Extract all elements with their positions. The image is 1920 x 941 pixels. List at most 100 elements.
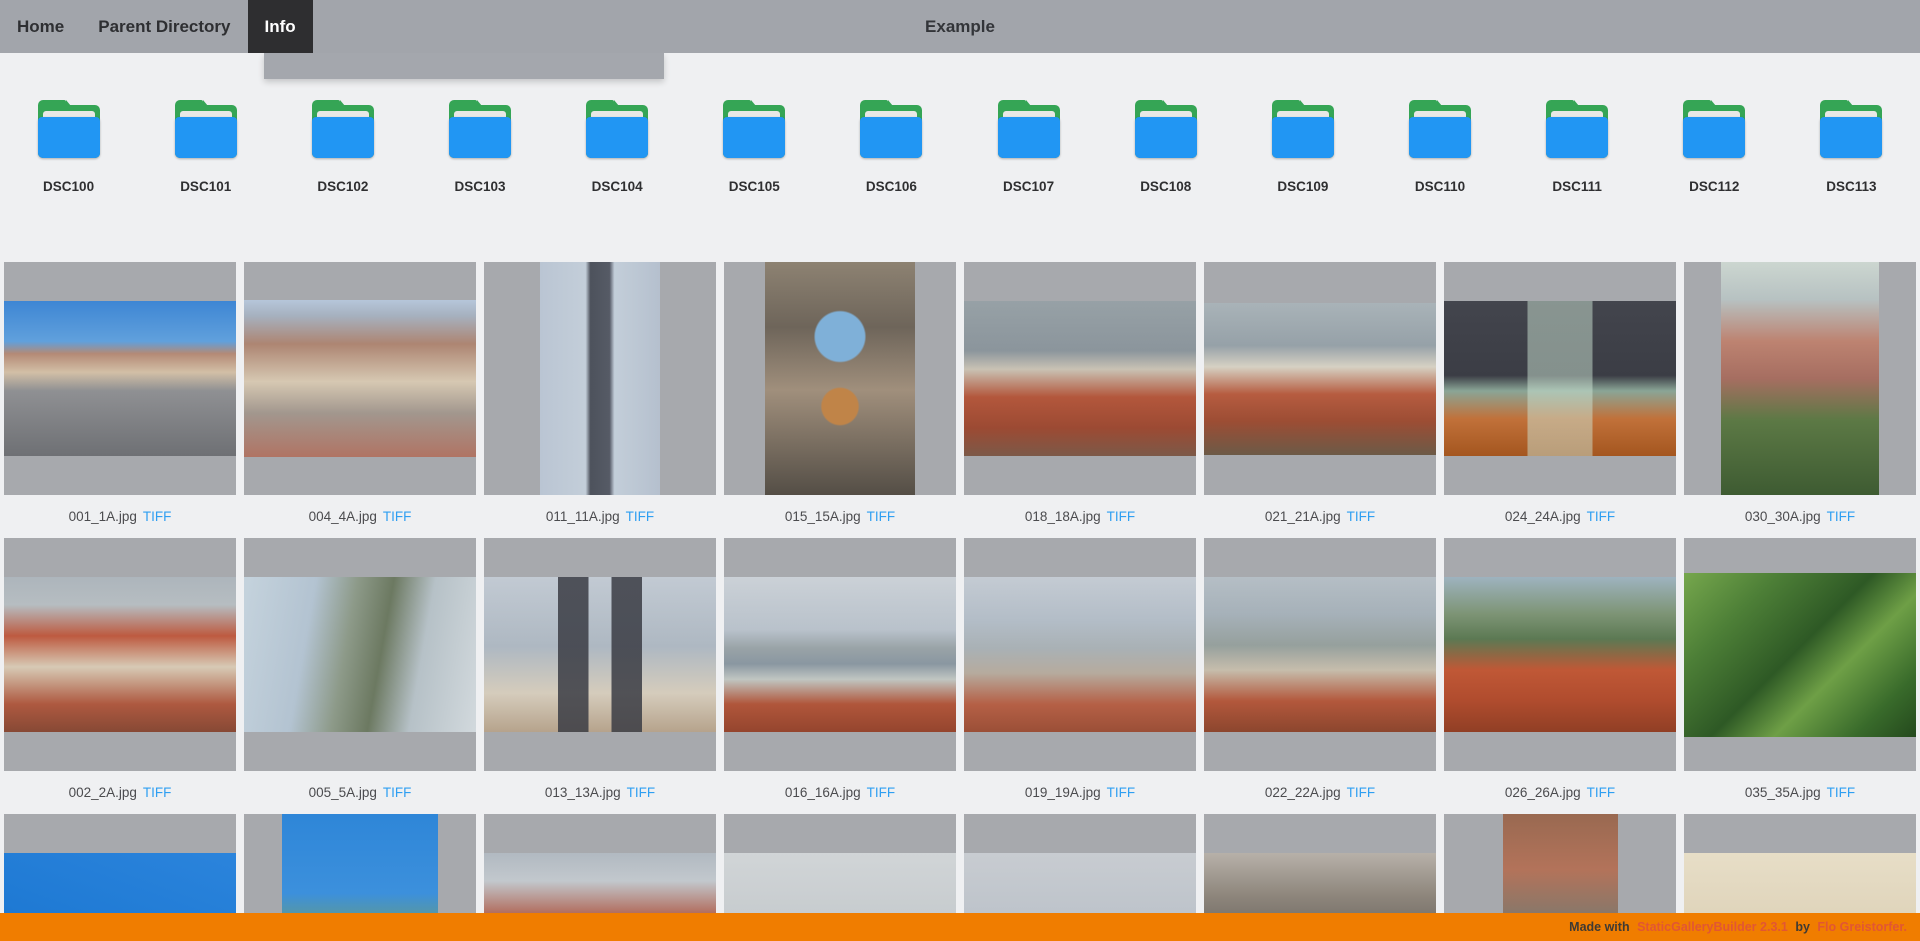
photo-gallery: 001_1A.jpgTIFF 004_4A.jpgTIFF 011_11A.jp… [0,262,1920,941]
folder-item[interactable]: DSC111 [1509,100,1646,262]
folder-label: DSC108 [1140,179,1191,194]
photo-caption: 004_4A.jpg TIFF [244,495,476,538]
folder-label: DSC112 [1689,179,1739,194]
tiff-link[interactable]: TIFF [1587,785,1616,800]
photo-filename: 024_24A.jpg [1505,509,1581,524]
tiff-link[interactable]: TIFF [1347,509,1376,524]
tiff-link[interactable]: TIFF [1107,785,1136,800]
photo-caption: 022_22A.jpg TIFF [1204,771,1436,814]
folder-item[interactable]: DSC110 [1371,100,1508,262]
folder-item[interactable]: DSC102 [274,100,411,262]
folder-label: DSC101 [180,179,231,194]
photo-thumbnail[interactable] [1444,538,1676,771]
folder-item[interactable]: DSC104 [549,100,686,262]
photo-thumbnail[interactable] [4,262,236,495]
photo-caption: 030_30A.jpg TIFF [1684,495,1916,538]
photo-thumbnail[interactable] [4,538,236,771]
folder-label: DSC102 [317,179,368,194]
nav-item-label: Home [17,17,64,36]
tiff-link[interactable]: TIFF [1347,785,1376,800]
folder-item[interactable]: DSC113 [1783,100,1920,262]
folder-label: DSC103 [454,179,505,194]
photo-cell: 026_26A.jpg TIFF [1444,538,1676,814]
builder-link[interactable]: StaticGalleryBuilder 2.3.1 [1637,920,1788,934]
folder-icon [175,100,237,158]
photo-image [1444,577,1676,732]
folder-item[interactable]: DSC107 [960,100,1097,262]
folder-item[interactable]: DSC109 [1234,100,1371,262]
info-dropdown-panel [264,53,664,79]
folder-icon [1272,100,1334,158]
photo-thumbnail[interactable] [1204,262,1436,495]
tiff-link[interactable]: TIFF [1587,509,1616,524]
folder-label: DSC109 [1277,179,1328,194]
tiff-link[interactable]: TIFF [626,509,655,524]
folder-label: DSC110 [1415,179,1465,194]
photo-thumbnail[interactable] [1684,262,1916,495]
photo-cell: 021_21A.jpg TIFF [1204,262,1436,538]
photo-thumbnail[interactable] [1204,538,1436,771]
photo-image [4,577,236,732]
photo-cell: 011_11A.jpgTIFF [484,262,716,538]
folder-icon [1546,100,1608,158]
photo-filename: 030_30A.jpg [1745,509,1821,524]
folder-item[interactable]: DSC108 [1097,100,1234,262]
folder-item[interactable]: DSC105 [686,100,823,262]
photo-filename: 022_22A.jpg [1265,785,1341,800]
photo-image [1204,303,1436,455]
photo-caption: 026_26A.jpg TIFF [1444,771,1676,814]
tiff-link[interactable]: TIFF [627,785,656,800]
photo-image [1444,301,1676,456]
photo-filename: 019_19A.jpg [1025,785,1101,800]
photo-thumbnail[interactable] [724,538,956,771]
photo-caption: 035_35A.jpgTIFF [1684,771,1916,814]
photo-caption: 002_2A.jpgTIFF [4,771,236,814]
photo-filename: 004_4A.jpg [309,509,377,524]
photo-cell: 035_35A.jpgTIFF [1684,538,1916,814]
photo-filename: 026_26A.jpg [1505,785,1581,800]
tiff-link[interactable]: TIFF [143,785,172,800]
photo-filename: 005_5A.jpg [309,785,377,800]
nav-items: Home Parent Directory Info [0,0,313,53]
nav-item[interactable]: Home [0,0,81,53]
tiff-link[interactable]: TIFF [867,509,896,524]
nav-item[interactable]: Parent Directory [81,0,247,53]
photo-cell: 022_22A.jpg TIFF [1204,538,1436,814]
photo-filename: 013_13A.jpg [545,785,621,800]
nav-item[interactable]: Info [248,0,313,53]
author-link[interactable]: Flo Greistorfer. [1817,920,1907,934]
photo-thumbnail[interactable] [484,538,716,771]
folder-item[interactable]: DSC103 [411,100,548,262]
tiff-link[interactable]: TIFF [1827,509,1856,524]
tiff-link[interactable]: TIFF [1107,509,1136,524]
folder-label: DSC100 [43,179,94,194]
folder-icon [1683,100,1745,158]
photo-cell: 004_4A.jpg TIFF [244,262,476,538]
photo-thumbnail[interactable] [1684,538,1916,771]
photo-image [1684,573,1916,737]
tiff-link[interactable]: TIFF [1827,785,1856,800]
tiff-link[interactable]: TIFF [143,509,172,524]
photo-thumbnail[interactable] [244,538,476,771]
tiff-link[interactable]: TIFF [867,785,896,800]
tiff-link[interactable]: TIFF [383,509,412,524]
folder-icon [312,100,374,158]
photo-thumbnail[interactable] [724,262,956,495]
folder-item[interactable]: DSC106 [823,100,960,262]
folder-item[interactable]: DSC101 [137,100,274,262]
folder-item[interactable]: DSC100 [0,100,137,262]
folder-icon [38,100,100,158]
photo-image [4,301,236,456]
photo-image [244,577,476,732]
photo-thumbnail[interactable] [1444,262,1676,495]
photo-thumbnail[interactable] [244,262,476,495]
photo-thumbnail[interactable] [964,538,1196,771]
photo-thumbnail[interactable] [964,262,1196,495]
tiff-link[interactable]: TIFF [383,785,412,800]
folder-icon [1135,100,1197,158]
folder-item[interactable]: DSC112 [1646,100,1783,262]
photo-cell: 018_18A.jpgTIFF [964,262,1196,538]
photo-filename: 021_21A.jpg [1265,509,1341,524]
photo-thumbnail[interactable] [484,262,716,495]
photo-cell: 013_13A.jpg TIFF [484,538,716,814]
